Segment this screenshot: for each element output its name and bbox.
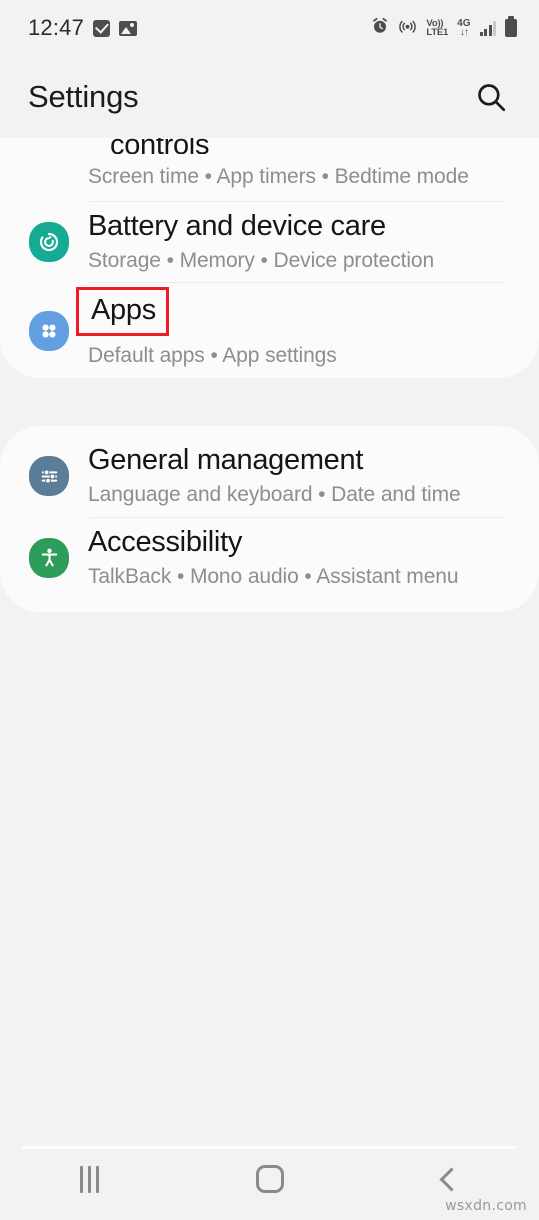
page-title: Settings: [28, 79, 139, 114]
accessibility-person-icon-wrap: [22, 537, 76, 578]
truncated-title-text: controls: [110, 138, 210, 154]
status-bar-left: 12:47: [28, 15, 138, 41]
list-item-accessibility[interactable]: Accessibility TalkBack • Mono audio • As…: [0, 518, 539, 613]
list-item-subtitle: Default apps • App settings: [88, 344, 337, 368]
battery-icon: [505, 16, 517, 37]
accessibility-text: Accessibility TalkBack • Mono audio • As…: [88, 526, 509, 591]
list-item-digital-wellbeing-truncated-title[interactable]: controls: [0, 138, 539, 160]
sliders-icon-wrap: [22, 456, 76, 497]
volte-icon: Vo)) LTE1: [426, 17, 449, 38]
apps-grid-icon: [29, 310, 69, 351]
list-item-title-highlighted: Apps: [76, 287, 169, 337]
list-item-title: Battery and device care: [88, 209, 386, 242]
status-bar-right: Vo)) LTE1 4G ↓↑: [371, 16, 517, 40]
home-icon[interactable]: [180, 1138, 360, 1220]
list-item-battery-and-device-care[interactable]: Battery and device care Storage • Memory…: [0, 202, 539, 283]
signal-bars-icon: [479, 20, 496, 36]
checkbox-badge-icon: [93, 19, 111, 37]
list-item-subtitle: TalkBack • Mono audio • Assistant menu: [88, 564, 459, 588]
settings-scroll-area[interactable]: controls Screen time • App timers • Bedt…: [0, 138, 539, 1138]
navigation-bar: wsxdn.com: [0, 1138, 539, 1220]
watermark: wsxdn.com: [445, 1198, 527, 1214]
battery-care-icon: [29, 222, 69, 263]
network-4g-icon: 4G ↓↑: [457, 17, 471, 38]
list-item-general-management[interactable]: General management Language and keyboard…: [0, 426, 539, 517]
status-bar-clock: 12:47: [28, 15, 85, 40]
hotspot-icon: [398, 17, 417, 40]
settings-card-group-1: controls Screen time • App timers • Bedt…: [0, 138, 539, 378]
settings-card-group-2: General management Language and keyboard…: [0, 426, 539, 613]
search-icon[interactable]: [471, 77, 511, 117]
alarm-icon: [371, 17, 389, 40]
image-badge-icon: [119, 20, 138, 36]
list-item-title: Accessibility: [88, 525, 243, 558]
battery-care-text: Battery and device care Storage • Memory…: [88, 210, 509, 275]
apps-text: Apps Default apps • App settings: [76, 287, 509, 370]
apps-grid-icon-wrap: [22, 310, 76, 351]
app-bar: Settings: [0, 56, 539, 138]
digital-wellbeing-text: Screen time • App timers • Bedtime mode: [88, 160, 509, 191]
list-item-subtitle: Storage • Memory • Device protection: [88, 248, 435, 272]
battery-care-icon-wrap: [22, 222, 76, 263]
list-item-title: General management: [88, 444, 364, 476]
accessibility-person-icon: [29, 537, 69, 578]
list-item-digital-wellbeing[interactable]: Screen time • App timers • Bedtime mode: [0, 160, 539, 201]
sliders-icon: [29, 456, 69, 497]
recents-icon[interactable]: [0, 1138, 180, 1220]
list-item-subtitle: Language and keyboard • Date and time: [88, 482, 461, 506]
status-bar: 12:47 Vo)) LTE1 4G ↓↑: [0, 0, 539, 56]
nav-hairline: [22, 1146, 517, 1149]
list-item-apps[interactable]: Apps Default apps • App settings: [0, 283, 539, 378]
general-management-text: General management Language and keyboard…: [88, 444, 509, 509]
list-item-subtitle: Screen time • App timers • Bedtime mode: [88, 165, 469, 188]
